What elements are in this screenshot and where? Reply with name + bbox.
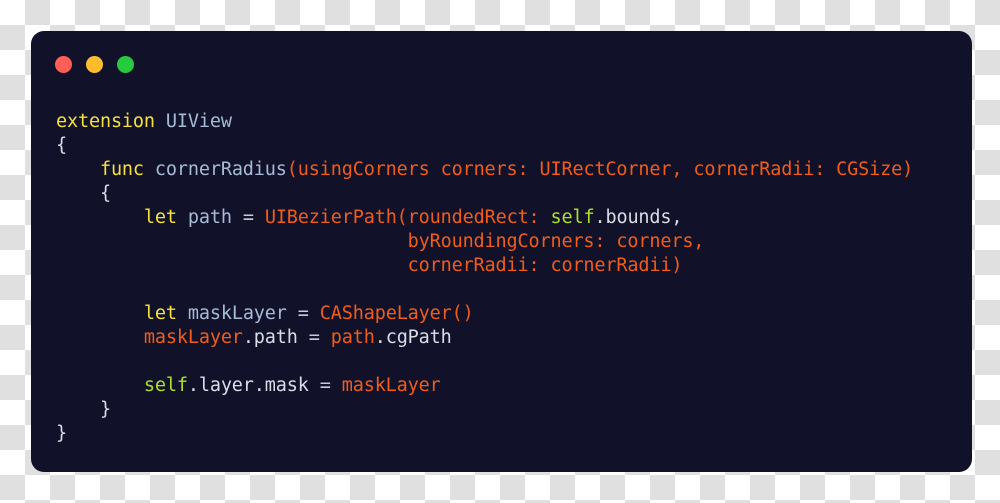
code-token: self: [143, 375, 188, 396]
code-token: cornerRadii: cornerRadii): [407, 255, 683, 276]
code-line: cornerRadii: cornerRadii): [56, 254, 972, 278]
code-token: .layer.mask: [187, 375, 309, 396]
code-token: =: [308, 327, 320, 348]
window-titlebar[interactable]: [31, 31, 972, 75]
minimize-button[interactable]: [86, 56, 103, 73]
code-line: func cornerRadius(usingCorners corners: …: [56, 158, 972, 182]
code-token: {: [56, 135, 67, 156]
code-token: path: [330, 327, 375, 348]
code-token: maskLayer: [187, 303, 287, 324]
code-token: path: [187, 207, 232, 228]
code-token: .path: [242, 327, 298, 348]
code-token: CAShapeLayer(): [319, 303, 474, 324]
code-token: self: [550, 207, 595, 228]
code-line: {: [56, 134, 972, 158]
code-line: }: [56, 422, 972, 446]
code-token: {: [56, 183, 111, 204]
code-line: extension UIView: [56, 110, 972, 134]
code-token: maskLayer: [341, 375, 441, 396]
zoom-button[interactable]: [117, 56, 134, 73]
code-token: UIBezierPath(roundedRect:: [264, 207, 540, 228]
screenshot-root: extension UIView{ func cornerRadius(usin…: [0, 0, 1000, 503]
code-line: {: [56, 182, 972, 206]
code-token: =: [319, 375, 331, 396]
code-token: =: [297, 303, 309, 324]
code-token: .cgPath: [374, 327, 452, 348]
close-button[interactable]: [55, 56, 72, 73]
code-token: =: [242, 207, 254, 228]
code-token: (: [286, 159, 298, 180]
code-editor-content[interactable]: extension UIView{ func cornerRadius(usin…: [56, 110, 972, 446]
code-token: let: [143, 207, 177, 228]
code-token: maskLayer: [143, 327, 243, 348]
code-token: let: [143, 303, 177, 324]
code-token: extension: [56, 111, 155, 132]
code-token: byRoundingCorners: corners,: [407, 231, 705, 252]
code-token: cornerRadius: [154, 159, 287, 180]
code-line: maskLayer.path = path.cgPath: [56, 326, 972, 350]
code-window: extension UIView{ func cornerRadius(usin…: [31, 31, 972, 472]
code-line: self.layer.mask = maskLayer: [56, 374, 972, 398]
code-token: func: [99, 159, 144, 180]
code-token: }: [56, 399, 111, 420]
code-line: let maskLayer = CAShapeLayer(): [56, 302, 972, 326]
code-token: UIView: [165, 111, 232, 132]
code-token: .bounds,: [594, 207, 683, 228]
code-line: let path = UIBezierPath(roundedRect: sel…: [56, 206, 972, 230]
code-token: }: [56, 423, 67, 444]
code-token: usingCorners corners: UIRectCorner, corn…: [297, 159, 914, 180]
code-line: byRoundingCorners: corners,: [56, 230, 972, 254]
code-line: }: [56, 398, 972, 422]
